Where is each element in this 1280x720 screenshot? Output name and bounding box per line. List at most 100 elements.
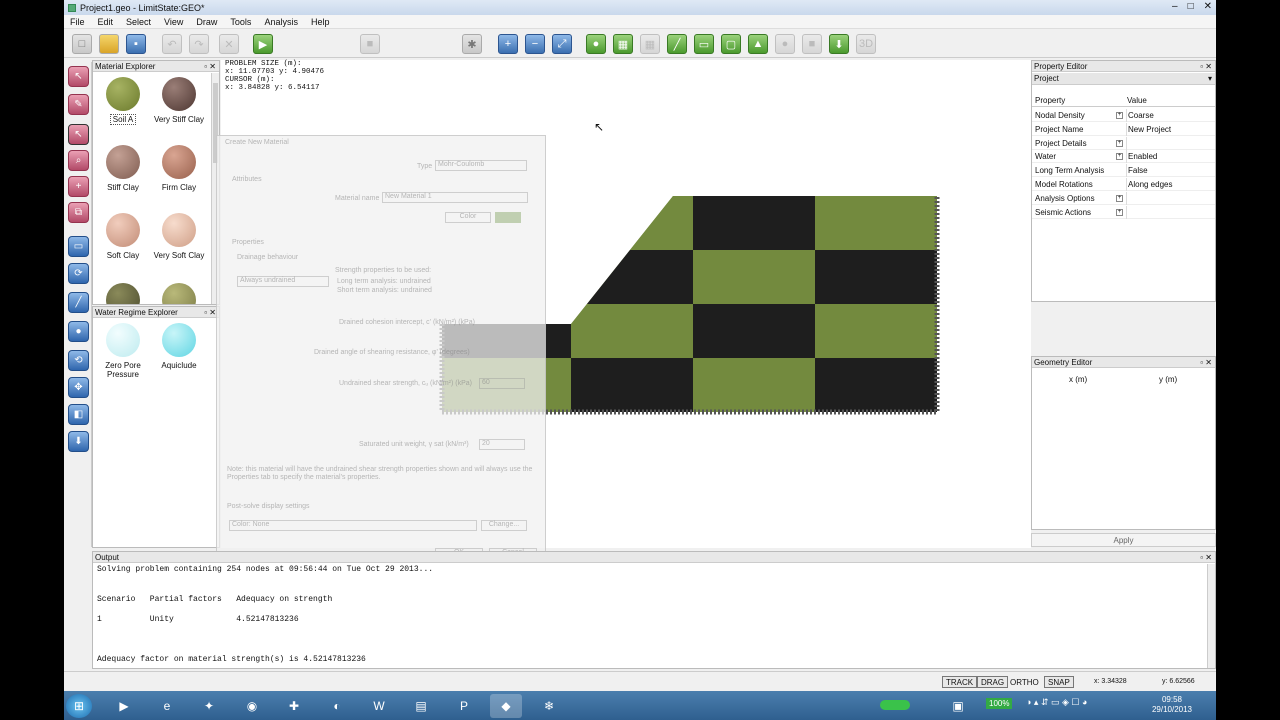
prop-row-nodal-density[interactable]: Nodal Density + Coarse: [1032, 109, 1215, 122]
download-tool-icon[interactable]: ⬇: [68, 431, 89, 452]
app-icon-3[interactable]: ✚: [278, 694, 310, 718]
undrained-input[interactable]: 60: [479, 378, 525, 389]
export-icon[interactable]: ⬇: [829, 34, 849, 54]
move-tool-icon[interactable]: ✥: [68, 377, 89, 398]
menu-select[interactable]: Select: [126, 17, 151, 27]
draw-line-icon[interactable]: ╱: [667, 34, 687, 54]
delete-icon[interactable]: ✕: [219, 34, 239, 54]
menu-file[interactable]: File: [70, 17, 85, 27]
chrome-icon[interactable]: ◉: [236, 694, 268, 718]
panel-close-icon[interactable]: ▫ ✕: [204, 307, 216, 318]
draw-rect-icon[interactable]: ▢: [721, 34, 741, 54]
vertex-tool-icon[interactable]: ✎: [68, 94, 89, 115]
split-tool-icon[interactable]: ⟲: [68, 350, 89, 371]
prop-row-water[interactable]: Water + Enabled: [1032, 150, 1215, 163]
clock[interactable]: 09:58 29/10/2013: [1152, 695, 1192, 715]
menu-draw[interactable]: Draw: [196, 17, 217, 27]
save-icon[interactable]: ▪: [126, 34, 146, 54]
copy-tool-icon[interactable]: ⧉: [68, 202, 89, 223]
drainage-select[interactable]: Always undrained: [237, 276, 329, 287]
prop-row-model-rotations[interactable]: Model Rotations Along edges: [1032, 178, 1215, 191]
menu-edit[interactable]: Edit: [98, 17, 114, 27]
unit-weight-input[interactable]: 20: [479, 439, 525, 450]
minimize-icon[interactable]: –: [1172, 1, 1178, 12]
menu-help[interactable]: Help: [311, 17, 330, 27]
output-scrollbar[interactable]: [1207, 564, 1215, 668]
material-partial-2[interactable]: [151, 283, 207, 304]
powerpoint-icon[interactable]: P: [448, 694, 480, 718]
rect-tool-icon[interactable]: ▭: [68, 236, 89, 257]
snap-toggle[interactable]: SNAP: [1044, 676, 1074, 688]
expand-icon[interactable]: +: [1116, 209, 1123, 216]
zoom-extents-icon[interactable]: ⤢: [552, 34, 572, 54]
close-icon[interactable]: ✕: [1204, 1, 1212, 12]
firefox-icon[interactable]: ◐: [321, 694, 353, 718]
water-aquiclude[interactable]: Aquiclude: [151, 323, 207, 370]
new-file-icon[interactable]: □: [72, 34, 92, 54]
draw-point-icon[interactable]: ●: [586, 34, 606, 54]
word-icon[interactable]: W: [363, 694, 395, 718]
ortho-toggle[interactable]: ORTHO: [1010, 678, 1039, 687]
material-firm-clay[interactable]: Firm Clay: [151, 145, 207, 192]
media-player-icon[interactable]: ▶: [108, 694, 140, 718]
material-very-stiff-clay[interactable]: Very Stiff Clay: [151, 77, 207, 124]
battery-icon[interactable]: [880, 700, 910, 710]
track-toggle[interactable]: TRACK: [942, 676, 978, 688]
node-tool-icon[interactable]: ●: [68, 321, 89, 342]
prop-row-project-name[interactable]: Project Name New Project: [1032, 123, 1215, 136]
add-tool-icon[interactable]: +: [68, 176, 89, 197]
open-folder-icon[interactable]: [99, 34, 119, 54]
internet-explorer-icon[interactable]: e: [151, 694, 183, 718]
property-object-select[interactable]: Project ▾: [1032, 73, 1215, 85]
app-icon-4[interactable]: ❄: [533, 694, 565, 718]
water-zero-pore-pressure[interactable]: Zero Pore Pressure: [95, 323, 151, 379]
material-very-soft-clay[interactable]: Very Soft Clay: [151, 213, 207, 260]
menu-view[interactable]: View: [164, 17, 183, 27]
line-tool-icon[interactable]: ╱: [68, 292, 89, 313]
prop-row-long-term[interactable]: Long Term Analysis False: [1032, 164, 1215, 177]
material-soil-a[interactable]: Soil A: [95, 77, 151, 125]
menu-tools[interactable]: Tools: [230, 17, 251, 27]
limitstate-geo-icon[interactable]: ◆: [490, 694, 522, 718]
select-tool-icon[interactable]: ↖: [68, 66, 89, 87]
drawing-canvas[interactable]: PROBLEM SIZE (m): x: 11.07703 y: 4.90476…: [216, 60, 1031, 567]
material-name-input[interactable]: New Material 1: [382, 192, 528, 203]
zoom-indicator[interactable]: 100%: [986, 698, 1013, 709]
redo-icon[interactable]: ↷: [189, 34, 209, 54]
maximize-icon[interactable]: □: [1188, 1, 1194, 12]
app-icon-5[interactable]: ▣: [942, 694, 974, 718]
color-button[interactable]: Color: [445, 212, 491, 223]
zoom-in-icon[interactable]: +: [498, 34, 518, 54]
panel-close-icon[interactable]: ▫ ✕: [1200, 357, 1212, 368]
zoom-out-icon[interactable]: −: [525, 34, 545, 54]
draw-polygon-icon[interactable]: ▭: [694, 34, 714, 54]
prop-row-seismic-actions[interactable]: Seismic Actions +: [1032, 206, 1215, 219]
pointer-tool-icon[interactable]: ↖: [68, 124, 89, 145]
app-icon-2[interactable]: ✦: [193, 694, 225, 718]
boundary-icon[interactable]: ■: [802, 34, 822, 54]
drag-toggle[interactable]: DRAG: [977, 676, 1009, 688]
run-analysis-icon[interactable]: ▶: [253, 34, 273, 54]
water-icon[interactable]: ●: [775, 34, 795, 54]
change-button[interactable]: Change...: [481, 520, 527, 531]
layer-tool-icon[interactable]: ◧: [68, 404, 89, 425]
file-explorer-icon[interactable]: ▤: [405, 694, 437, 718]
material-soft-clay[interactable]: Soft Clay: [95, 213, 151, 260]
settings-icon[interactable]: ✱: [462, 34, 482, 54]
panel-close-icon[interactable]: ▫ ✕: [204, 61, 216, 72]
start-button-icon[interactable]: ⊞: [66, 694, 92, 718]
expand-icon[interactable]: +: [1116, 140, 1123, 147]
panel-close-icon[interactable]: ▫ ✕: [1200, 61, 1212, 72]
view-3d-icon[interactable]: 3D: [856, 34, 876, 54]
stop-icon[interactable]: ■: [360, 34, 380, 54]
zoom-tool-icon[interactable]: ⌕: [68, 150, 89, 171]
undo-icon[interactable]: ↶: [162, 34, 182, 54]
expand-icon[interactable]: +: [1116, 195, 1123, 202]
expand-icon[interactable]: +: [1116, 112, 1123, 119]
type-select[interactable]: Mohr-Coulomb: [435, 160, 527, 171]
rotate-tool-icon[interactable]: ⟳: [68, 263, 89, 284]
apply-button[interactable]: Apply: [1031, 533, 1216, 547]
menu-analysis[interactable]: Analysis: [264, 17, 298, 27]
load-icon[interactable]: ▲: [748, 34, 768, 54]
mesh-icon[interactable]: ▦: [640, 34, 660, 54]
